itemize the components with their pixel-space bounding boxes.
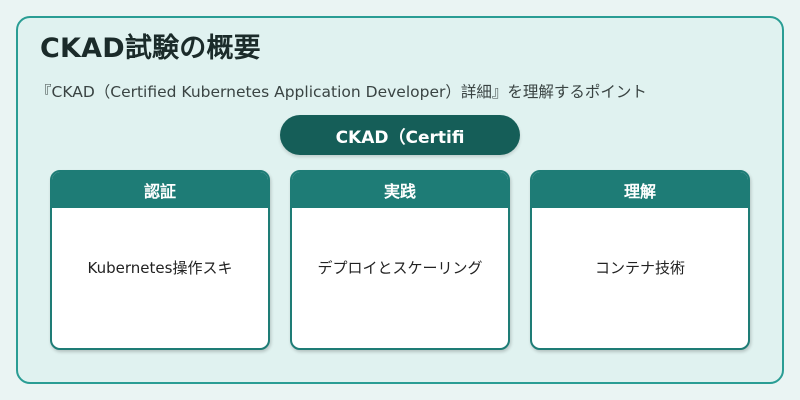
center-node: CKAD（Certifi (280, 115, 520, 155)
card-body: コンテナ技術 (594, 258, 685, 277)
card-understanding: 理解 コンテナ技術 (530, 170, 750, 350)
card-heading: 実践 (292, 172, 508, 208)
diagram-title: CKAD試験の概要 (40, 33, 261, 64)
card-body: デプロイとスケーリング (317, 258, 483, 277)
card-body: Kubernetes操作スキ (87, 258, 233, 277)
center-node-label: CKAD（Certifi (335, 127, 465, 148)
card-practice: 実践 デプロイとスケーリング (290, 170, 510, 350)
card-certification: 認証 Kubernetes操作スキ (50, 170, 270, 350)
card-heading: 理解 (532, 172, 748, 208)
card-heading: 認証 (52, 172, 268, 208)
diagram-subtitle: 『CKAD（Certified Kubernetes Application D… (36, 83, 647, 101)
